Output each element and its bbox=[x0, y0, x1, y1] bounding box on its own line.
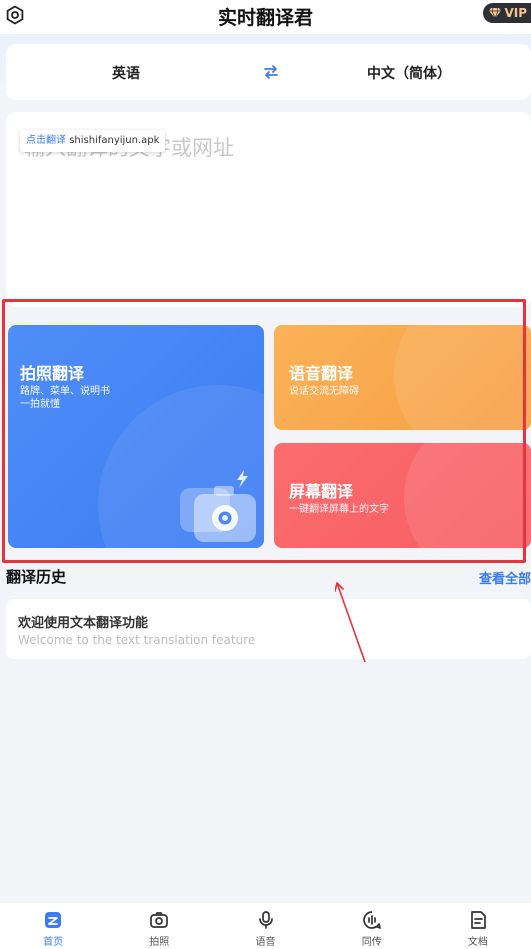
nav-item-document[interactable]: 文档 bbox=[425, 903, 531, 949]
text-input-area[interactable]: 输入翻译的文字或网址 点击翻译 shishifanyijun.apk bbox=[6, 112, 531, 307]
history-item[interactable]: 欢迎使用文本翻译功能 Welcome to the text translati… bbox=[6, 599, 531, 659]
download-tag[interactable]: 点击翻译 shishifanyijun.apk bbox=[20, 130, 166, 152]
bottom-nav: 首页 拍照 语音 同传 文档 bbox=[0, 903, 531, 949]
voice-translate-card[interactable]: 语音翻译 说话交流无障碍 bbox=[274, 325, 531, 430]
swap-arrows-icon[interactable] bbox=[261, 62, 281, 82]
screen-translate-title: 屏幕翻译 bbox=[289, 482, 354, 501]
nav-label-home: 首页 bbox=[43, 937, 64, 948]
download-tag-action: 点击翻译 bbox=[26, 135, 66, 146]
camera-icon bbox=[150, 912, 169, 928]
document-icon bbox=[471, 911, 486, 929]
language-selector: 英语 中文（简体） bbox=[6, 44, 531, 100]
target-language[interactable]: 中文（简体） bbox=[367, 63, 451, 83]
source-language[interactable]: 英语 bbox=[112, 63, 140, 83]
nav-label-simultaneous: 同传 bbox=[361, 937, 382, 948]
top-bar: 实时翻译君 VIP bbox=[0, 0, 531, 34]
simultaneous-icon bbox=[362, 911, 381, 929]
nav-item-camera[interactable]: 拍照 bbox=[106, 903, 212, 949]
vip-badge[interactable]: VIP bbox=[483, 3, 531, 23]
home-icon bbox=[45, 912, 62, 928]
camera-icon bbox=[180, 470, 256, 542]
download-tag-file: shishifanyijun.apk bbox=[69, 135, 160, 146]
history-item-text: 欢迎使用文本翻译功能 bbox=[18, 616, 149, 631]
photo-translate-subtitle-line2: 一拍就懂 bbox=[20, 399, 60, 410]
screen-translate-card[interactable]: 屏幕翻译 一键翻译屏幕上的文字 bbox=[274, 443, 531, 548]
nav-item-voice[interactable]: 语音 bbox=[212, 903, 318, 949]
photo-translate-card[interactable]: 拍照翻译 路牌、菜单、说明书 一拍就懂 bbox=[8, 325, 264, 548]
photo-translate-title: 拍照翻译 bbox=[20, 364, 85, 383]
view-all-link[interactable]: 查看全部 bbox=[479, 568, 531, 587]
annotation-arrow bbox=[335, 582, 366, 663]
nav-label-voice: 语音 bbox=[255, 937, 276, 948]
history-title: 翻译历史 bbox=[6, 568, 67, 586]
voice-translate-title: 语音翻译 bbox=[289, 364, 354, 383]
nav-label-document: 文档 bbox=[467, 937, 488, 948]
vip-label: VIP bbox=[504, 6, 527, 20]
microphone-icon bbox=[258, 911, 273, 929]
nav-item-home[interactable]: 首页 bbox=[0, 903, 106, 949]
diamond-icon bbox=[489, 8, 502, 18]
screen-translate-subtitle: 一键翻译屏幕上的文字 bbox=[289, 504, 389, 515]
app-title: 实时翻译君 bbox=[217, 7, 313, 29]
nav-item-simultaneous[interactable]: 同传 bbox=[319, 903, 425, 949]
photo-translate-subtitle-line1: 路牌、菜单、说明书 bbox=[20, 386, 110, 397]
photo-translate-subtitle: 路牌、菜单、说明书 一拍就懂 bbox=[20, 385, 170, 411]
voice-translate-subtitle: 说话交流无障碍 bbox=[289, 386, 359, 397]
history-item-translation: Welcome to the text translation feature bbox=[18, 633, 256, 647]
nav-label-camera: 拍照 bbox=[149, 937, 170, 948]
